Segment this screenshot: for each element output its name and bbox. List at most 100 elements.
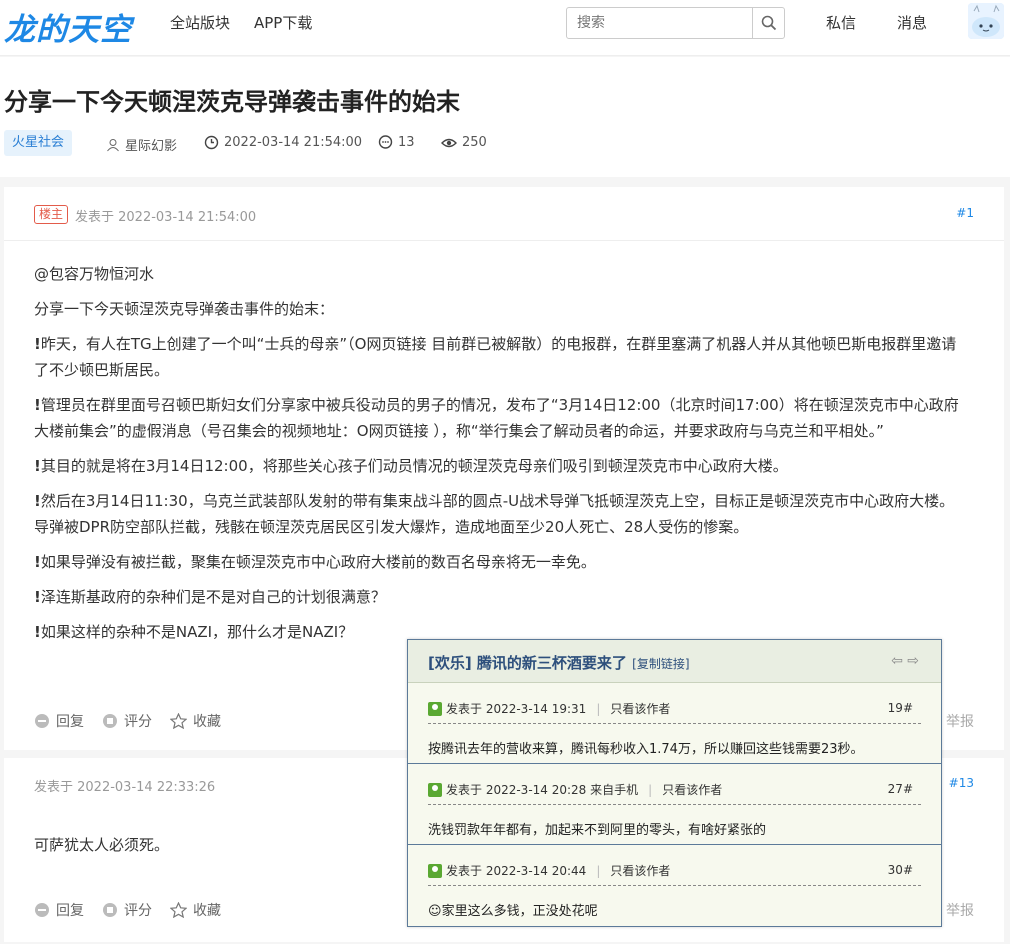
nav-all-boards[interactable]: 全站版块 — [170, 12, 230, 33]
popup-nav: ⇦ ⇨ — [891, 653, 919, 669]
floor-number[interactable]: #13 — [949, 776, 974, 790]
reply-label: 回复 — [56, 714, 84, 730]
post-paragraph: !如果导弹没有被拦截，聚集在顿涅茨克市中心政府大楼前的数百名母亲将无一幸免。 — [34, 549, 969, 575]
paragraph-text: 如果这样的杂种不是NAZI，那什么才是NAZI？ — [40, 623, 354, 641]
reply-text: 家里这么多钱，正没处花呢 — [441, 904, 598, 919]
report-button[interactable]: 举报 — [946, 900, 974, 920]
exclamation-mark: ! — [34, 396, 41, 414]
favorite-button[interactable]: 收藏 — [170, 711, 221, 731]
dashed-divider — [428, 885, 921, 886]
post-time: 发表于 2022-03-14 21:54:00 — [75, 210, 257, 225]
popup-title[interactable]: [欢乐] 腾讯的新三杯酒要来了 [复制链接] — [428, 652, 690, 673]
star-icon — [170, 713, 187, 729]
dashed-divider — [428, 804, 921, 805]
clock-icon — [204, 135, 219, 150]
thread-preview-popup: [欢乐] 腾讯的新三杯酒要来了 [复制链接] ⇦ ⇨ 发表于 2022-3-14… — [407, 639, 942, 927]
view-count: 250 — [441, 135, 487, 150]
op-badge: 楼主 — [34, 205, 69, 224]
thread-title: 分享一下今天顿涅茨克导弹袭击事件的始末 — [4, 88, 460, 116]
star-icon — [170, 902, 187, 918]
paragraph-text: 管理员在群里面号召顿巴斯妇女们分享家中被兵役动员的男子的情况，发布了“3月14日… — [34, 396, 959, 440]
search-icon — [761, 15, 776, 31]
floor-number[interactable]: #1 — [956, 206, 974, 220]
separator: | — [596, 863, 601, 878]
favorite-label: 收藏 — [193, 903, 221, 919]
user-icon — [428, 701, 442, 716]
popup-reply: 发表于 2022-3-14 19:31 | 只看该作者 19# 按腾讯去年的营收来算… — [408, 683, 941, 764]
reply-count-text: 13 — [398, 135, 415, 150]
post-content: @包容万物恒河水 分享一下今天顿涅茨克导弹袭击事件的始末： !昨天，有人在TG上… — [34, 261, 969, 654]
rate-icon — [103, 714, 117, 728]
emoji-icon: ☺ — [428, 904, 442, 919]
prev-arrow-icon[interactable]: ⇦ — [891, 653, 903, 669]
rate-label: 评分 — [124, 903, 152, 919]
paragraph-text: 然后在3月14日11:30，乌克兰武装部队发射的带有集束战斗部的圆点-U战术导弹… — [34, 492, 955, 536]
post-paragraph: !泽连斯基政府的杂种们是不是对自己的计划很满意？ — [34, 584, 969, 610]
exclamation-mark: ! — [34, 553, 41, 571]
comment-icon — [378, 135, 393, 149]
exclamation-mark: ! — [34, 335, 41, 353]
reply-time: 发表于 2022-3-14 20:28 来自手机 — [446, 783, 639, 797]
only-author-link[interactable]: 只看该作者 — [610, 700, 670, 717]
rate-label: 评分 — [124, 714, 152, 730]
post-time: 发表于 2022-03-14 22:33:26 — [34, 780, 216, 795]
thread-author[interactable]: 星际幻影 — [106, 135, 177, 154]
site-logo[interactable]: 龙的天空 — [4, 4, 132, 49]
popup-header: [欢乐] 腾讯的新三杯酒要来了 [复制链接] ⇦ ⇨ — [408, 640, 941, 683]
separator: | — [648, 782, 653, 797]
reply-time: 发表于 2022-3-14 19:31 — [446, 702, 587, 716]
reply-label: 回复 — [56, 903, 84, 919]
rate-button[interactable]: 评分 — [102, 711, 152, 731]
nav-app-download[interactable]: APP下载 — [254, 12, 312, 33]
post-paragraph: !管理员在群里面号召顿巴斯妇女们分享家中被兵役动员的男子的情况，发布了“3月14… — [34, 392, 969, 444]
top-bar: 龙的天空 全站版块 APP下载 私信 消息 — [0, 0, 1010, 56]
paragraph-text: 泽连斯基政府的杂种们是不是对自己的计划很满意？ — [40, 588, 386, 606]
board-tag[interactable]: 火星社会 — [4, 130, 73, 156]
author-name[interactable]: 星际幻影 — [125, 135, 177, 154]
reply-floor: 19# — [887, 701, 913, 715]
paragraph-text: 昨天，有人在TG上创建了一个叫“士兵的母亲”（O网页链接 目前群已被解散）的电报… — [34, 335, 957, 379]
avatar-icon — [968, 3, 1004, 39]
user-icon — [428, 782, 442, 797]
rate-icon — [103, 903, 117, 917]
reply-button[interactable]: 回复 — [34, 711, 84, 731]
reply-floor: 27# — [887, 782, 913, 796]
reply-count: 13 — [378, 135, 415, 150]
exclamation-mark: ! — [34, 457, 41, 475]
copy-link-button[interactable]: [复制链接] — [632, 657, 689, 671]
favorite-button[interactable]: 收藏 — [170, 900, 221, 920]
date-text: 2022-03-14 21:54:00 — [224, 135, 363, 150]
only-author-link[interactable]: 只看该作者 — [662, 781, 722, 798]
nav-notifications[interactable]: 消息 — [897, 12, 927, 33]
only-author-link[interactable]: 只看该作者 — [610, 862, 670, 879]
search-input[interactable] — [567, 8, 753, 38]
nav-private-messages[interactable]: 私信 — [826, 12, 856, 33]
popup-title-text[interactable]: [欢乐] 腾讯的新三杯酒要来了 — [428, 654, 627, 672]
user-icon — [428, 863, 442, 878]
next-arrow-icon[interactable]: ⇨ — [907, 653, 919, 669]
reply-floor: 30# — [887, 863, 913, 877]
thread-header: 分享一下今天顿涅茨克导弹袭击事件的始末 火星社会 星际幻影 2022-03-14… — [0, 57, 1010, 177]
report-button[interactable]: 举报 — [946, 711, 974, 731]
post-paragraph: !其目的就是将在3月14日12:00，将那些关心孩子们动员情况的顿涅茨克母亲们吸… — [34, 453, 969, 479]
post-intro: 分享一下今天顿涅茨克导弹袭击事件的始末： — [34, 300, 335, 318]
post-paragraph: !昨天，有人在TG上创建了一个叫“士兵的母亲”（O网页链接 目前群已被解散）的电… — [34, 331, 969, 383]
exclamation-mark: ! — [34, 623, 41, 641]
post-actions: 回复 评分 收藏 — [34, 900, 221, 920]
popup-reply: 发表于 2022-3-14 20:44 | 只看该作者 30# ☺家里这么多钱，正没… — [408, 845, 941, 926]
user-icon — [107, 138, 119, 151]
exclamation-mark: ! — [34, 588, 41, 606]
user-avatar[interactable] — [968, 3, 1004, 39]
eye-icon — [441, 138, 457, 147]
separator: | — [596, 701, 601, 716]
post-actions: 回复 评分 收藏 — [34, 711, 221, 731]
search-button[interactable] — [752, 8, 784, 38]
post-header: 楼主 发表于 2022-03-14 21:54:00 #1 — [4, 187, 1004, 241]
favorite-label: 收藏 — [193, 714, 221, 730]
mention-link[interactable]: @包容万物恒河水 — [34, 261, 969, 287]
reply-text: 洗钱罚款年年都有，加起来不到阿里的零头，有啥好紧张的 — [428, 823, 767, 838]
reply-button[interactable]: 回复 — [34, 900, 84, 920]
search-box — [566, 7, 785, 39]
rate-button[interactable]: 评分 — [102, 900, 152, 920]
thread-date: 2022-03-14 21:54:00 — [204, 135, 362, 150]
